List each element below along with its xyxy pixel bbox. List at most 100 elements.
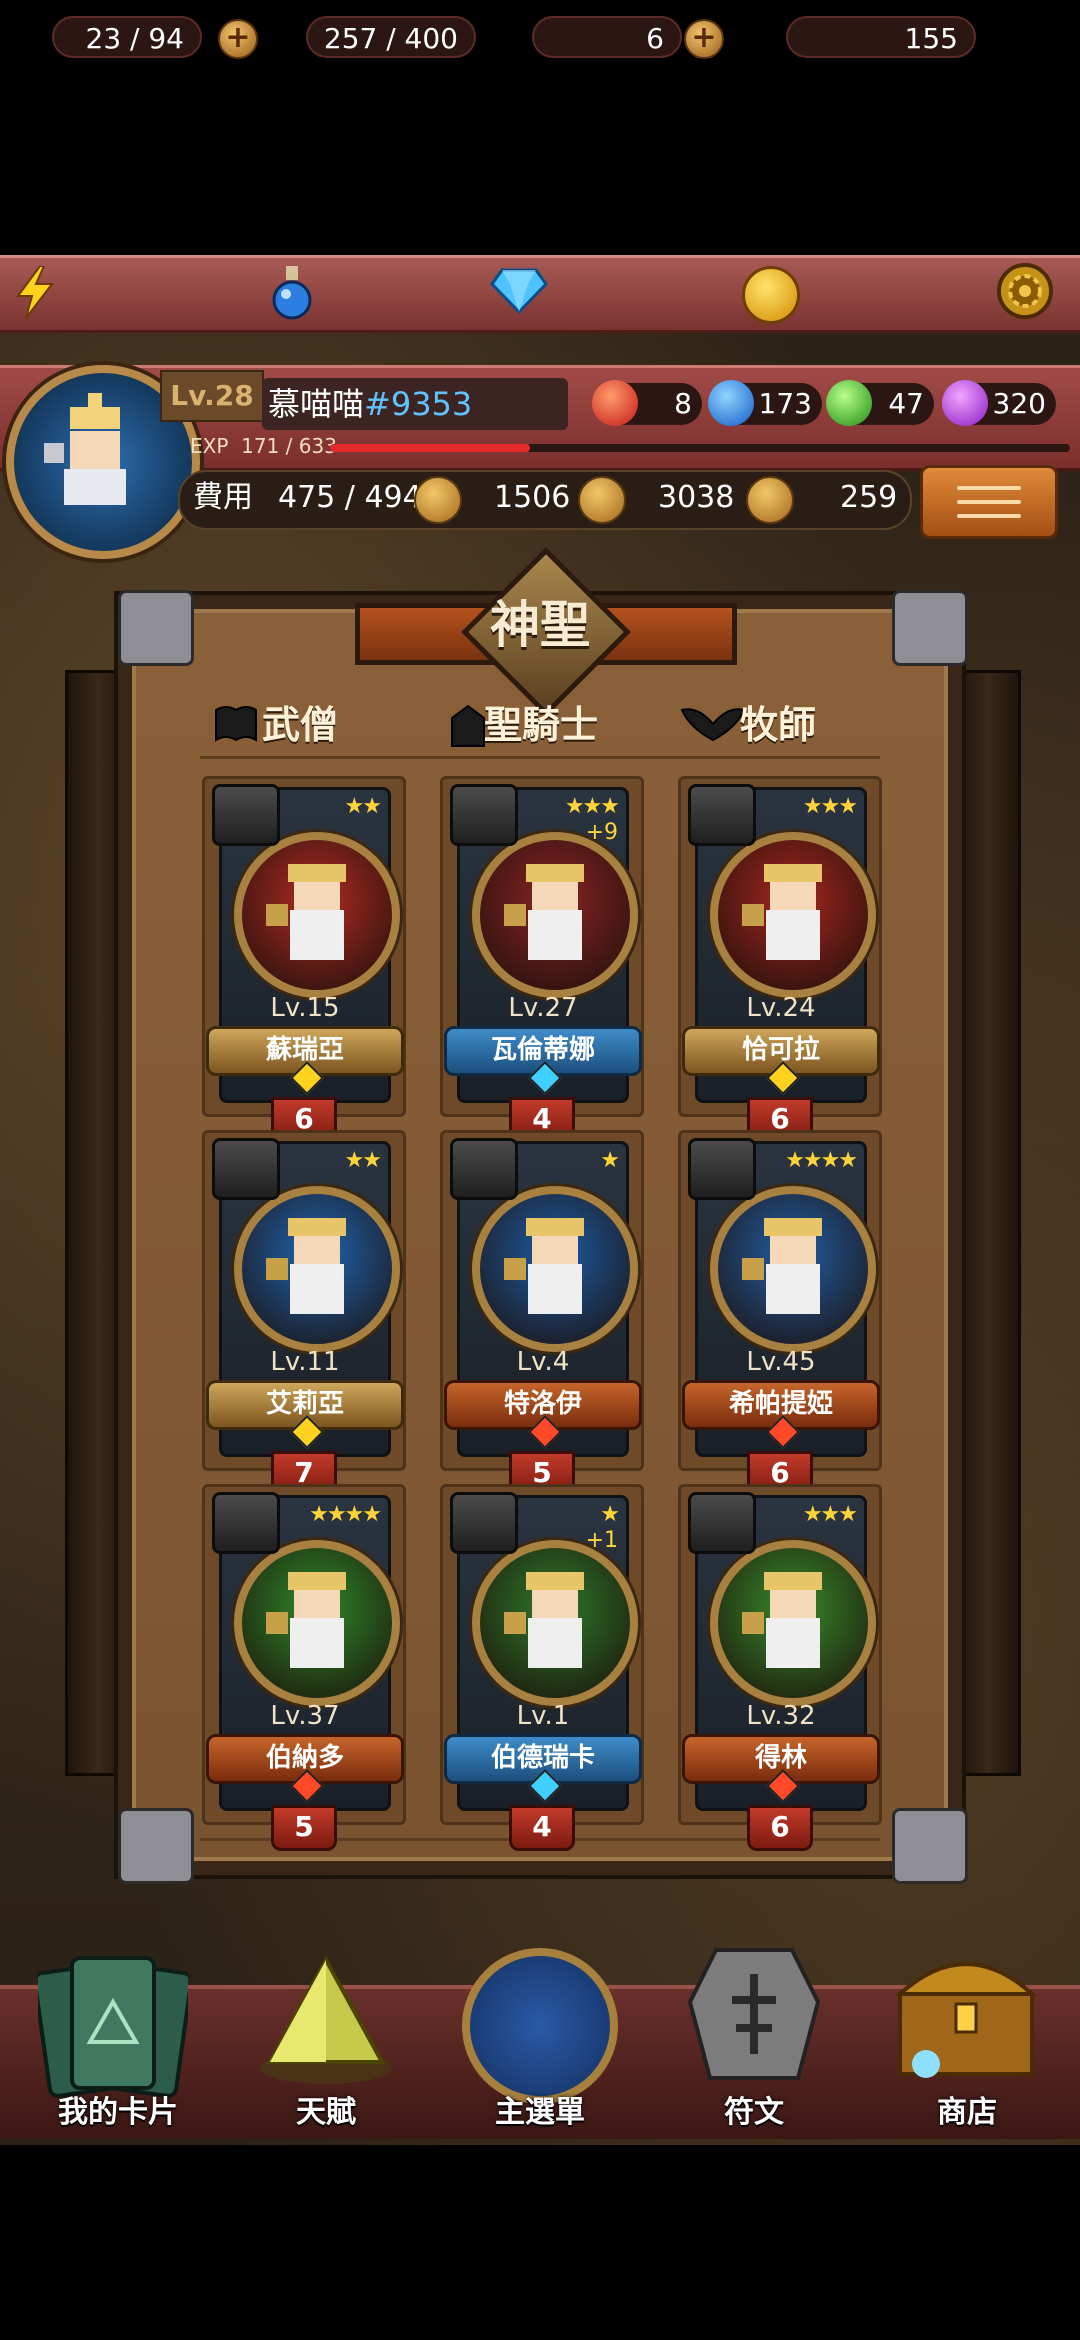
cost-value: 475 / 494 xyxy=(278,480,422,515)
potion-counter: 257 / 400 xyxy=(306,16,476,58)
corner-ornament xyxy=(118,1808,194,1884)
card-face: ★★★★ Lv.37 伯納多 xyxy=(206,1492,404,1811)
card-face: ★★ Lv.15 蘇瑞亞 xyxy=(206,784,404,1103)
enhance-level: +1 xyxy=(585,1528,618,1553)
rarity-stars: ★★★ xyxy=(564,794,620,819)
hero-level: Lv.45 xyxy=(746,1347,816,1377)
rune-stone-icon xyxy=(686,1944,822,2084)
red-gem-counter: 8 xyxy=(592,380,702,426)
heart-icon xyxy=(578,476,626,524)
book-icon xyxy=(212,1492,280,1554)
red-gem-value: 8 xyxy=(674,387,692,420)
blue-gem-value: 173 xyxy=(758,387,812,420)
helmet-icon xyxy=(450,1138,518,1200)
book-icon xyxy=(214,704,258,744)
diamond-counter: 6 xyxy=(532,16,682,58)
card-face: ★★★ Lv.24 恰可拉 xyxy=(682,784,880,1103)
book-icon xyxy=(212,1138,280,1200)
corner-ornament xyxy=(118,590,194,666)
hero-card[interactable]: ★★ Lv.11 艾莉亞 7 xyxy=(202,1130,406,1497)
purple-gem-counter: 320 xyxy=(942,380,1056,426)
header-divider xyxy=(200,756,880,759)
settings-gear-icon[interactable] xyxy=(996,262,1054,320)
cards-icon xyxy=(32,1952,194,2102)
card-cost: 4 xyxy=(509,1805,575,1851)
shop-nav-button[interactable]: 商店 xyxy=(872,1940,1062,2130)
nav-label-talent: 天賦 xyxy=(296,2095,356,2130)
wings-icon xyxy=(688,1138,756,1200)
energy-icon xyxy=(12,265,56,319)
rarity-stars: ★ xyxy=(600,1148,620,1173)
exp-value: 171 / 633 xyxy=(241,434,337,458)
hero-level: Lv.11 xyxy=(270,1347,340,1377)
player-level: Lv.28 xyxy=(160,370,264,422)
player-name: 慕喵喵#9353 xyxy=(262,378,568,430)
nav-label-cards: 我的卡片 xyxy=(58,2095,178,2130)
hero-card[interactable]: ★★★ +9 Lv.27 瓦倫蒂娜 4 xyxy=(440,776,644,1143)
panel-right-frame xyxy=(955,670,1021,1776)
rarity-stars: ★★★ xyxy=(802,794,858,819)
hero-level: Lv.15 xyxy=(270,993,340,1023)
hero-card[interactable]: ★★★ Lv.32 得林 6 xyxy=(678,1484,882,1851)
corner-ornament xyxy=(892,1808,968,1884)
my-cards-nav-button[interactable]: 我的卡片 xyxy=(28,1930,208,2130)
rarity-stars: ★★★★ xyxy=(309,1502,382,1527)
player-name-text: 慕喵喵 xyxy=(268,385,365,423)
rarity-stars: ★ xyxy=(600,1502,620,1527)
card-face: ★★★ Lv.32 得林 xyxy=(682,1492,880,1811)
rarity-stars: ★★ xyxy=(344,794,382,819)
column-header-paladin: 聖騎士 xyxy=(484,703,599,747)
hero-portrait xyxy=(710,1540,876,1706)
nav-label-rune: 符文 xyxy=(724,2095,784,2130)
column-header-monk: 武僧 xyxy=(262,703,339,747)
sword-attack-icon xyxy=(414,476,462,524)
main-menu-emblem-icon xyxy=(462,1948,618,2104)
treasure-chest-icon xyxy=(886,1944,1046,2084)
nav-label-shop: 商店 xyxy=(937,2095,997,2130)
talent-pyramid-icon xyxy=(256,1955,396,2086)
hero-portrait xyxy=(710,1186,876,1352)
wings-icon xyxy=(680,704,746,744)
blue-gem-icon xyxy=(708,380,754,426)
column-header-priest: 牧師 xyxy=(740,703,817,747)
hero-card[interactable]: ★ Lv.4 特洛伊 5 xyxy=(440,1130,644,1497)
energy-counter: 23 / 94 xyxy=(52,16,202,58)
rune-nav-button[interactable]: 符文 xyxy=(664,1940,844,2130)
card-face: ★★★ +9 Lv.27 瓦倫蒂娜 xyxy=(444,784,642,1103)
hero-portrait xyxy=(234,832,400,998)
attack-value: 1506 xyxy=(494,480,571,515)
hero-level: Lv.1 xyxy=(516,1701,570,1731)
card-face: ★★ Lv.11 艾莉亞 xyxy=(206,1138,404,1457)
potion-icon xyxy=(270,264,314,320)
red-gem-icon xyxy=(592,380,638,426)
add-diamond-button[interactable]: + xyxy=(684,19,724,59)
card-face: ★ Lv.4 特洛伊 xyxy=(444,1138,642,1457)
nav-label-main: 主選單 xyxy=(495,2095,585,2130)
hero-card[interactable]: ★★ Lv.15 蘇瑞亞 6 xyxy=(202,776,406,1143)
player-tag: #9353 xyxy=(364,385,473,423)
gold-coin-icon xyxy=(742,266,800,324)
purple-gem-icon xyxy=(942,380,988,426)
add-energy-button[interactable]: + xyxy=(218,19,258,59)
helmet-icon xyxy=(450,784,518,846)
hero-portrait xyxy=(234,1186,400,1352)
heart-value: 3038 xyxy=(658,480,735,515)
hero-level: Lv.27 xyxy=(508,993,578,1023)
diamond-icon xyxy=(490,268,548,315)
green-gem-value: 47 xyxy=(888,387,924,420)
cost-label: 費用 xyxy=(193,480,253,515)
rarity-stars: ★★★ xyxy=(802,1502,858,1527)
plus-icon xyxy=(746,476,794,524)
corner-ornament xyxy=(892,590,968,666)
talent-nav-button[interactable]: 天賦 xyxy=(236,1950,416,2130)
hamburger-menu-button[interactable] xyxy=(920,465,1058,539)
hero-card[interactable]: ★★★★ Lv.45 希帕提婭 6 xyxy=(678,1130,882,1497)
blue-gem-counter: 173 xyxy=(708,380,822,426)
hero-card[interactable]: ★ +1 Lv.1 伯德瑞卡 4 xyxy=(440,1484,644,1851)
purple-gem-value: 320 xyxy=(992,387,1046,420)
helmet-icon xyxy=(450,1492,518,1554)
main-menu-nav-button[interactable]: 主選單 xyxy=(448,1940,632,2130)
hero-card[interactable]: ★★★ Lv.24 恰可拉 6 xyxy=(678,776,882,1143)
hero-card[interactable]: ★★★★ Lv.37 伯納多 5 xyxy=(202,1484,406,1851)
green-gem-counter: 47 xyxy=(826,380,934,426)
